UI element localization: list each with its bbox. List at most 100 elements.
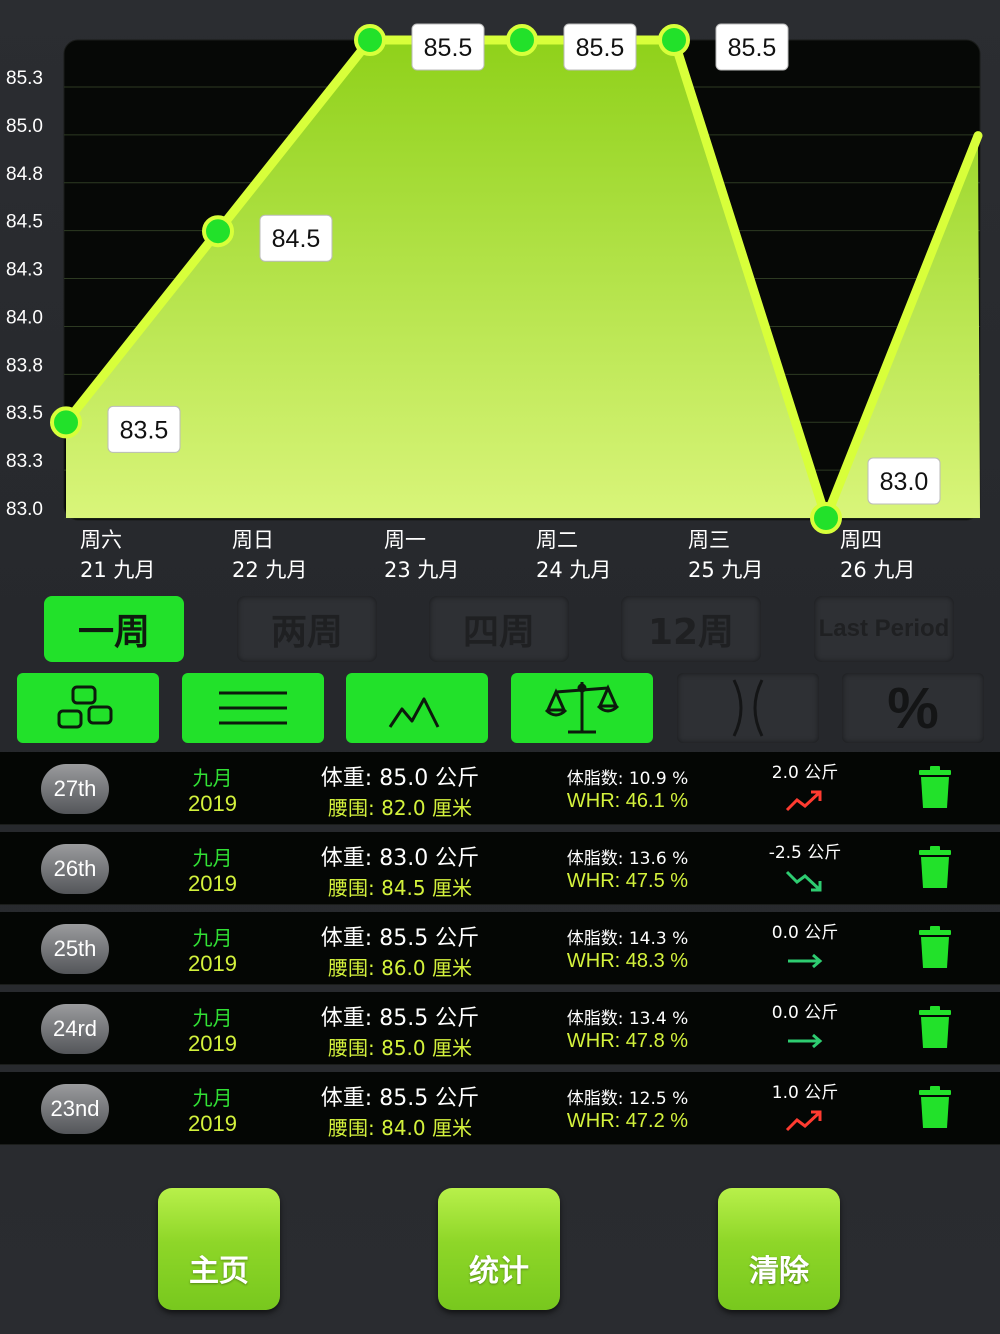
entry-waist: 腰围: 85.0 厘米: [328, 1036, 472, 1060]
trash-icon[interactable]: [915, 846, 955, 890]
period-one-week-button[interactable]: 一周: [44, 596, 184, 662]
entry-year: 2019: [188, 1111, 237, 1136]
x-tick-day: 周二: [536, 528, 578, 552]
x-tick-date: 21 九月: [80, 558, 155, 582]
entry-year: 2019: [188, 791, 237, 816]
list-item[interactable]: 25th 九月 2019 体重: 85.5 公斤 腰围: 86.0 厘米 体脂数: 14.…: [0, 912, 1000, 985]
x-tick-day: 周四: [840, 528, 882, 552]
lines-icon: [219, 691, 287, 725]
entry-month: 九月: [192, 1086, 233, 1110]
weight-view-button[interactable]: [511, 673, 653, 743]
home-button[interactable]: 主页: [158, 1188, 280, 1310]
entry-body-fat: 体脂数: 12.5 %: [566, 1089, 689, 1109]
entry-weight: 体重: 85.5 公斤: [320, 926, 480, 951]
chart-view-button[interactable]: [346, 673, 488, 743]
waist-view-button[interactable]: [677, 673, 819, 743]
entry-month: 九月: [192, 766, 233, 790]
entry-weight: 体重: 83.0 公斤: [320, 846, 480, 871]
period-selector: 一周 两周 四周 12周 Last Period: [0, 592, 1000, 666]
y-tick-label: 84.8: [6, 164, 43, 185]
stats-label: 统计: [469, 1254, 529, 1289]
entry-weight: 体重: 85.5 公斤: [320, 1086, 480, 1111]
data-label: 83.5: [120, 416, 169, 444]
list-item[interactable]: 26th 九月 2019 体重: 83.0 公斤 腰围: 84.5 厘米 体脂数: 13.…: [0, 832, 1000, 905]
entry-month: 九月: [192, 846, 233, 870]
list-item[interactable]: 27th 九月 2019 体重: 85.0 公斤 腰围: 82.0 厘米 体脂数: 10.…: [0, 752, 1000, 825]
entry-whr: WHR: 48.3 %: [566, 950, 689, 972]
period-last-period-button[interactable]: Last Period: [814, 596, 954, 662]
x-tick-date: 26 九月: [840, 558, 915, 582]
entry-year: 2019: [188, 871, 237, 896]
entry-whr: WHR: 46.1 %: [566, 790, 689, 812]
period-two-weeks-button[interactable]: 两周: [237, 596, 377, 662]
entry-month: 九月: [192, 1006, 233, 1030]
entry-whr: WHR: 47.2 %: [566, 1110, 689, 1132]
entry-whr: WHR: 47.8 %: [566, 1030, 689, 1052]
percent-icon: %: [887, 675, 939, 741]
data-label: 85.5: [576, 34, 625, 62]
y-tick-label: 85.3: [6, 68, 43, 89]
x-tick-date: 25 九月: [688, 558, 763, 582]
y-tick-label: 83.0: [6, 499, 43, 520]
period-twelve-weeks-button[interactable]: 12周: [621, 596, 761, 662]
data-label: 84.5: [272, 225, 321, 253]
period-four-weeks-button[interactable]: 四周: [429, 596, 569, 662]
entry-waist: 腰围: 82.0 厘米: [328, 796, 472, 820]
weight-chart: 85.3 85.0 84.8 84.5 84.3 84.0 83.8 83.5 83.3 83.0…: [6, 23, 983, 582]
data-point[interactable]: [50, 406, 82, 439]
entry-body-fat: 体脂数: 14.3 %: [566, 929, 689, 949]
day-badge: 24rd: [41, 1004, 109, 1054]
y-tick-label: 85.0: [6, 116, 43, 137]
y-tick-label: 83.3: [6, 451, 43, 472]
entry-year: 2019: [188, 951, 237, 976]
blocks-icon: [57, 685, 113, 729]
x-tick-day: 周日: [232, 528, 274, 552]
entry-body-fat: 体脂数: 13.6 %: [566, 849, 689, 869]
list-item[interactable]: 23nd 九月 2019 体重: 85.5 公斤 腰围: 84.0 厘米 体脂数: 12.…: [0, 1072, 1000, 1145]
clear-button[interactable]: 清除: [718, 1188, 840, 1310]
entry-delta: -2.5 公斤: [768, 843, 842, 863]
view-selector: %: [0, 670, 1000, 748]
y-tick-label: 84.3: [6, 260, 43, 281]
day-badge: 26th: [41, 844, 109, 894]
x-tick-day: 周三: [688, 528, 730, 552]
entry-whr: WHR: 47.5 %: [566, 870, 689, 892]
day-badge: 27th: [41, 764, 109, 814]
entry-delta: 0.0 公斤: [771, 923, 839, 943]
waist-icon: [732, 679, 764, 737]
trash-icon[interactable]: [915, 766, 955, 810]
x-tick-day: 周一: [384, 528, 426, 552]
blocks-view-button[interactable]: [17, 673, 159, 743]
trend-flat-icon: [788, 953, 823, 969]
data-point[interactable]: [506, 24, 538, 56]
data-point[interactable]: [202, 215, 234, 248]
lines-view-button[interactable]: [182, 673, 324, 743]
data-label: 83.0: [880, 468, 929, 496]
x-tick-day: 周六: [80, 528, 122, 552]
data-label: 85.5: [728, 34, 777, 62]
entry-body-fat: 体脂数: 10.9 %: [566, 769, 689, 789]
percent-view-button[interactable]: %: [842, 673, 984, 743]
data-point[interactable]: [810, 502, 842, 534]
entry-delta: 0.0 公斤: [771, 1003, 839, 1023]
entry-weight: 体重: 85.5 公斤: [320, 1006, 480, 1031]
trash-icon[interactable]: [915, 926, 955, 970]
entry-waist: 腰围: 84.0 厘米: [328, 1116, 472, 1140]
day-badge: 25th: [41, 924, 109, 974]
data-point[interactable]: [354, 24, 386, 56]
trash-icon[interactable]: [915, 1006, 955, 1050]
trash-icon[interactable]: [915, 1086, 955, 1130]
trend-up-icon: [785, 1110, 822, 1132]
entry-weight: 体重: 85.0 公斤: [320, 766, 480, 791]
list-item[interactable]: 24rd 九月 2019 体重: 85.5 公斤 腰围: 85.0 厘米 体脂数: 13.…: [0, 992, 1000, 1065]
stats-button[interactable]: 统计: [438, 1188, 560, 1310]
entry-waist: 腰围: 84.5 厘米: [328, 876, 472, 900]
entry-delta: 1.0 公斤: [771, 1083, 839, 1103]
data-point[interactable]: [658, 24, 690, 56]
entry-body-fat: 体脂数: 13.4 %: [566, 1009, 689, 1029]
y-tick-label: 84.5: [6, 212, 43, 233]
x-tick-date: 24 九月: [536, 558, 611, 582]
x-tick-date: 23 九月: [384, 558, 459, 582]
clear-label: 清除: [749, 1254, 809, 1289]
day-badge: 23nd: [41, 1084, 109, 1134]
